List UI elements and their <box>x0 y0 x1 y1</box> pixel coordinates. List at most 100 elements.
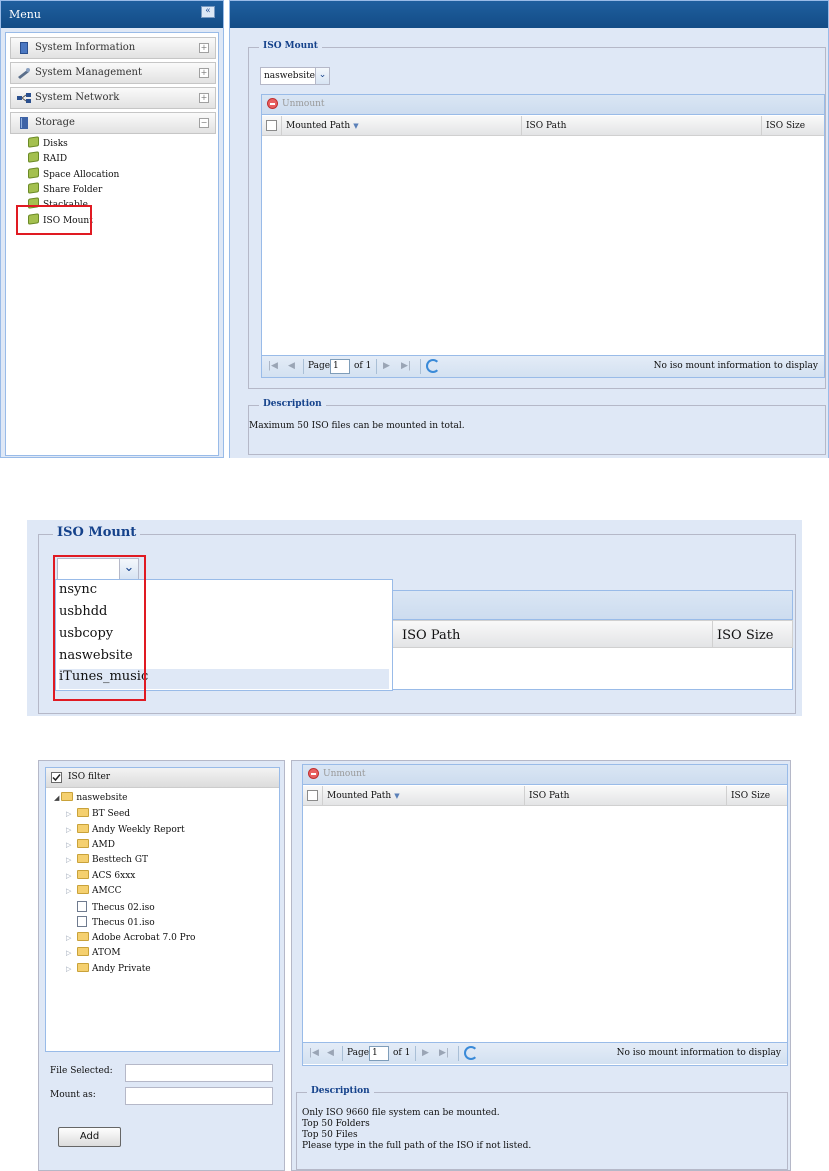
folder-icon <box>77 870 89 879</box>
menu-item-system-information[interactable]: System Information + <box>10 37 216 59</box>
separator <box>376 359 377 374</box>
menu-header: Menu « <box>1 1 223 28</box>
folder-icon <box>77 885 89 894</box>
description-fieldset: Description Only ISO 9660 file system ca… <box>296 1086 788 1170</box>
collapse-menu-button[interactable]: « <box>201 6 215 18</box>
paging-toolbar: |◀ ◀ Page 1 of 1 ▶ ▶| No iso mount infor… <box>303 1042 787 1064</box>
network-icon <box>17 93 31 103</box>
first-page-icon[interactable]: |◀ <box>268 361 278 371</box>
iso-filter-label: ISO filter <box>68 772 111 782</box>
refresh-icon[interactable] <box>464 1046 478 1060</box>
file-selected-input[interactable] <box>125 1064 273 1082</box>
menu-item-label: Storage <box>35 117 75 128</box>
iso-browser-screen: ISO filter ◢ naswebsite ▷ BT Seed ▷ Andy We… <box>38 760 791 1171</box>
separator <box>303 359 304 374</box>
tree-root-node[interactable]: ◢ naswebsite <box>54 792 127 806</box>
sub-item-share-folder[interactable]: Share Folder <box>28 182 102 197</box>
iso-mount-grid: Unmount Mounted Path ▼ ISO Path ISO Size … <box>302 764 788 1066</box>
tree-node-folder[interactable]: ▷ ACS 6xxx <box>66 870 135 884</box>
page-label: Page <box>308 361 331 371</box>
menu-item-label: System Management <box>35 67 143 78</box>
storage-cube-icon <box>28 167 39 179</box>
last-page-icon[interactable]: ▶| <box>439 1048 449 1058</box>
folder-dropdown-zoom: ISO Mount ⌄ ISO Path ISO Size nsync usbh… <box>27 520 802 716</box>
storage-cube-icon <box>28 182 39 194</box>
folder-icon <box>77 854 89 863</box>
folder-select[interactable]: naswebsite ⌄ <box>260 67 330 85</box>
menu-item-storage[interactable]: Storage − <box>10 112 216 134</box>
folder-icon <box>77 808 89 817</box>
separator <box>342 1046 343 1061</box>
paging-status: No iso mount information to display <box>653 361 818 371</box>
separator <box>458 1046 459 1061</box>
select-all-checkbox[interactable] <box>307 790 318 801</box>
select-all-checkbox[interactable] <box>266 120 277 131</box>
tree-node-iso-file[interactable]: Thecus 02.iso <box>77 901 155 915</box>
menu-panel: Menu « System Information + System Manag… <box>0 0 224 458</box>
unmount-icon <box>308 768 319 779</box>
mount-as-label: Mount as: <box>50 1090 96 1100</box>
expand-icon: + <box>199 68 209 78</box>
collapsed-arrow-icon: ▷ <box>66 826 72 834</box>
folder-select-value: naswebsite <box>264 71 316 81</box>
column-mounted-path[interactable]: Mounted Path ▼ <box>323 786 525 806</box>
chevron-down-icon[interactable]: ⌄ <box>315 67 330 85</box>
tree-node-folder[interactable]: ▷ Andy Private <box>66 963 151 977</box>
mount-as-input[interactable] <box>125 1087 273 1105</box>
tree-node-folder[interactable]: ▷ ATOM <box>66 947 121 961</box>
iso-mount-fieldset: ISO Mount naswebsite ⌄ Unmount Mounted P… <box>248 41 826 389</box>
menu-item-system-management[interactable]: System Management + <box>10 62 216 84</box>
tree-node-folder[interactable]: ▷ BT Seed <box>66 808 130 822</box>
iso-filter-checkbox[interactable] <box>51 772 62 783</box>
column-iso-size[interactable]: ISO Size <box>762 116 824 136</box>
menu-item-system-network[interactable]: System Network + <box>10 87 216 109</box>
unmount-button[interactable]: Unmount <box>323 769 366 779</box>
content-panel: ISO Mount naswebsite ⌄ Unmount Mounted P… <box>229 0 829 458</box>
mount-list-panel: Unmount Mounted Path ▼ ISO Path ISO Size … <box>291 760 791 1171</box>
prev-page-icon[interactable]: ◀ <box>327 1048 334 1058</box>
collapsed-arrow-icon: ▷ <box>66 856 72 864</box>
sub-item-disks[interactable]: Disks <box>28 136 68 151</box>
page-label: Page <box>347 1048 370 1058</box>
prev-page-icon[interactable]: ◀ <box>288 361 295 371</box>
tree-node-folder[interactable]: ▷ Besttech GT <box>66 854 148 868</box>
column-iso-size[interactable]: ISO Size <box>727 786 787 806</box>
column-mounted-path[interactable]: Mounted Path ▼ <box>282 116 522 136</box>
storage-iso-mount-screen: Menu « System Information + System Manag… <box>0 0 829 458</box>
content-body: ISO Mount naswebsite ⌄ Unmount Mounted P… <box>230 28 828 458</box>
grid-body <box>391 648 793 690</box>
highlight-box <box>16 205 92 235</box>
tree-node-folder[interactable]: ▷ Adobe Acrobat 7.0 Pro <box>66 932 195 946</box>
iso-filter-header: ISO filter <box>46 768 279 788</box>
column-divider <box>712 621 713 647</box>
tree-node-folder[interactable]: ▷ AMD <box>66 839 115 853</box>
page-number-input[interactable]: 1 <box>369 1046 389 1061</box>
column-iso-path[interactable]: ISO Path <box>522 116 762 136</box>
refresh-icon[interactable] <box>426 359 440 373</box>
column-iso-path[interactable]: ISO Path <box>402 628 460 643</box>
page-of-label: of 1 <box>354 361 372 371</box>
first-page-icon[interactable]: |◀ <box>309 1048 319 1058</box>
last-page-icon[interactable]: ▶| <box>401 361 411 371</box>
column-iso-size[interactable]: ISO Size <box>717 628 773 643</box>
page-number-input[interactable]: 1 <box>330 359 350 374</box>
folder-icon <box>77 839 89 848</box>
sort-arrow-icon: ▼ <box>394 792 400 800</box>
iso-mount-legend: ISO Mount <box>259 41 322 51</box>
collapsed-arrow-icon: ▷ <box>66 934 72 942</box>
sub-item-space-allocation[interactable]: Space Allocation <box>28 167 119 182</box>
book-icon <box>20 42 28 54</box>
add-button[interactable]: Add <box>58 1127 121 1147</box>
tree-node-iso-file[interactable]: Thecus 01.iso <box>77 916 155 930</box>
iso-tree-panel: ISO filter ◢ naswebsite ▷ BT Seed ▷ Andy We… <box>38 760 285 1171</box>
column-iso-path[interactable]: ISO Path <box>525 786 727 806</box>
tree-node-folder[interactable]: ▷ Andy Weekly Report <box>66 824 185 838</box>
sub-item-raid[interactable]: RAID <box>28 151 67 166</box>
grid-header: Mounted Path ▼ ISO Path ISO Size <box>262 116 824 136</box>
grid-header: Mounted Path ▼ ISO Path ISO Size <box>303 786 787 806</box>
next-page-icon[interactable]: ▶ <box>383 361 390 371</box>
next-page-icon[interactable]: ▶ <box>422 1048 429 1058</box>
unmount-button[interactable]: Unmount <box>282 99 325 109</box>
menu-item-label: System Network <box>35 92 120 103</box>
tree-node-folder[interactable]: ▷ AMCC <box>66 885 122 899</box>
